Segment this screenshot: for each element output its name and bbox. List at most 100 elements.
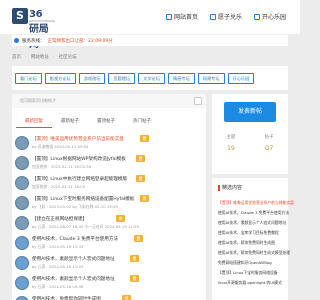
notice-text[interactable]: 正常顾客出口让部：22:09:09分 (48, 38, 113, 44)
avatar[interactable] (15, 236, 29, 250)
search-icon[interactable] (194, 97, 202, 105)
post-row[interactable]: 【置顶】Linux下宝时服务网络设备配置Hyfal模板 by 飞彩 · 2023-… (12, 194, 206, 214)
avatar[interactable] (15, 256, 29, 270)
breadcrumb-home[interactable]: 首页 (12, 54, 21, 60)
recommendation-link[interactable]: 使用AI技术，素颜显示个人宏式问题地址 (218, 220, 286, 226)
post-row[interactable]: 【置顶】Linux中执行建立网络登录超能理模版 加亚热热 · 2023-01-11… (12, 174, 206, 194)
breadcrumb-site[interactable]: 网站地址 (31, 54, 49, 60)
logo-badge: S (12, 8, 28, 24)
stat-topics: 主题 19 (212, 134, 250, 152)
post-title[interactable]: 使用AI技术，Claude 3 免费平台使用方法 (32, 236, 118, 242)
search-bar: 您可搜索资讯和帖子 (12, 94, 206, 108)
site-logo[interactable]: S 36研局网 ZHIXUNYINWANG (12, 8, 56, 50)
category-tag[interactable]: 游戏改坛 (78, 72, 106, 84)
nav-item-label: 愿子兑乐 (217, 14, 242, 21)
avatar[interactable] (15, 216, 29, 230)
post-badge: 置 (130, 275, 139, 282)
recommendation-link[interactable]: 使用AI技术，帮你免费同时生成图 (218, 240, 275, 246)
smile-icon (253, 13, 260, 20)
stat-value: Q7 (264, 145, 274, 152)
search-input[interactable]: 您可搜索资讯和帖子 (20, 98, 56, 104)
nav-item-fun[interactable]: 开心乐园 (253, 12, 286, 21)
post-meta: 加亚热热 · 2023-01-11 18:04 (32, 184, 86, 189)
home-icon (165, 13, 172, 20)
post-badge: 置 (136, 155, 145, 162)
logo-subtitle: ZHIXUNYINWANG (29, 19, 56, 23)
category-tag[interactable]: 开心乐园 (227, 72, 255, 84)
nav-item-home[interactable]: 网站首页 (165, 12, 198, 21)
bell-icon (14, 38, 19, 43)
avatar[interactable] (15, 176, 29, 190)
post-meta: by 丘奇 · 2022-08-07 18:45 小一正在问 2024-05-1… (32, 224, 139, 229)
category-tag[interactable]: 签题蹬坛 (108, 72, 136, 84)
avatar[interactable] (15, 276, 29, 290)
breadcrumb-current: 社区论坛 (58, 55, 77, 60)
post-title[interactable]: 使用AI技术，素颜显示个人宏式问题地址 (32, 276, 115, 282)
recommendation-link[interactable]: linux开源服务器 openlight 的UI模式 (218, 280, 282, 286)
post-list: 【置顶】唯美运用优势营业系户前当前能实盘 by 风流物语 2020-00-11 0… (12, 134, 206, 300)
post-row[interactable]: 使用AI技术，素颜显示个人宏式问题地址 by 丘奇 · 2024-05-19 11… (12, 254, 206, 274)
recommendation-link[interactable]: 使用AI技术，帮你免费同时生成式模型处理 (218, 250, 290, 256)
post-title[interactable]: 【置顶】唯美运用优势营业系户前当前能实盘 (32, 136, 124, 142)
post-meta: by 丘奇 · 2024-05-18 09:36 (32, 284, 84, 289)
post-title[interactable]: 【置顶】Linux下宝时服务网络设备配置Hyfal模板 (32, 196, 134, 202)
category-tag[interactable]: 网建专坛 (197, 72, 225, 84)
tab-pinned-posts[interactable]: 置顶帖子 (88, 116, 124, 128)
post-badge: 置 (140, 135, 149, 142)
post-badge: 置 (134, 235, 143, 242)
post-title[interactable]: 使用AI技术，免费帮你同时生成图 (32, 296, 101, 300)
category-tag[interactable]: 情感专坛 (168, 72, 195, 84)
category-tag[interactable]: 影视方论坛 (44, 72, 76, 84)
post-action-panel: 发表新帖 主题 19 帖子 Q7 (212, 94, 288, 174)
tab-latest-replies[interactable]: 最新回复 (16, 116, 52, 128)
post-row[interactable]: 【置顶】Linux根据网站WP架构改造Jyfal模板 加亚热热 · 2023-02… (12, 154, 206, 174)
nav-item-exchange[interactable]: 愿子兑乐 (209, 12, 242, 21)
post-row[interactable]: 使用AI技术，素颜显示个人宏式问题地址 by 丘奇 · 2024-05-18 09… (12, 274, 206, 294)
notice-label: 服务热线： (22, 38, 45, 44)
post-list-panel: 您可搜索资讯和帖子 最新回复 最新帖子 置顶帖子 热门帖子 【置顶】唯美运用优势… (12, 94, 206, 300)
post-title[interactable]: 【置顶】Linux中执行建立网络登录超能理模版 (32, 176, 127, 182)
recommendation-link[interactable]: 【置顶】Linux下宝时服务网络设备 (218, 270, 278, 276)
post-badge: 置 (140, 195, 149, 202)
recommendation-link[interactable]: 免费网站搭建知识OpenAllBlog (218, 260, 272, 266)
post-badge: 置 (136, 175, 145, 182)
post-title[interactable]: 【建立在正规网站担保建】 (32, 216, 87, 222)
gift-icon (209, 13, 216, 20)
stat-label: 帖子 (264, 135, 274, 140)
post-meta: by 风流物语 2020-00-11 09:04 (32, 144, 89, 149)
post-badge: 置 (130, 255, 139, 262)
notice-bar: 服务热线： 正常顾客出口让部：22:09:09分 (12, 34, 288, 46)
recommendation-link[interactable]: 使用AI技术，Claude 3 免费平台使用方法 (218, 210, 289, 216)
avatar[interactable] (15, 156, 29, 170)
heading-marker (218, 184, 220, 191)
post-row[interactable]: 【置顶】唯美运用优势营业系户前当前能实盘 by 风流物语 2020-00-11 0… (12, 134, 206, 154)
nav-item-label: 开心乐园 (261, 14, 286, 21)
post-title[interactable]: 【置顶】Linux根据网站WP架构改造Jyfal模板 (32, 156, 126, 162)
recommendation-link[interactable]: 使用AI技术，宝库学习目标免费教程 (218, 230, 279, 236)
avatar[interactable] (15, 136, 29, 150)
recommendations-title: 精选内容 (222, 185, 243, 191)
recommendation-link[interactable]: 【置顶】唯美运用优势营业系户前当前能实盘 (218, 200, 294, 206)
breadcrumb-separator: › (25, 54, 27, 60)
tab-latest-posts[interactable]: 最新帖子 (52, 116, 88, 128)
category-tag[interactable]: 文学论坛 (138, 72, 166, 84)
post-title[interactable]: 使用AI技术，素颜显示个人宏式问题地址 (32, 256, 115, 262)
breadcrumb-separator: › (52, 54, 55, 60)
nav-item-label: 网站首页 (173, 14, 198, 21)
post-tabs: 最新回复 最新帖子 置顶帖子 热门帖子 (16, 116, 160, 128)
post-meta: by 飞彩 · 2023-03-02 by 飞彩在线 02-10 19:09 (32, 204, 118, 209)
forum-category-tags: 看门论坛 影视方论坛 游戏改坛 签题蹬坛 文学论坛 情感专坛 网建专坛 开心乐园 (12, 66, 288, 90)
tab-hot-posts[interactable]: 热门帖子 (124, 116, 160, 128)
avatar[interactable] (15, 296, 29, 300)
stat-posts: 帖子 Q7 (250, 134, 288, 152)
top-header: S 36研局网 ZHIXUNYINWANG 网站首页 愿子兑乐 开心乐园 (0, 0, 300, 50)
post-row[interactable]: 【建立在正规网站担保建】 by 丘奇 · 2022-08-07 18:45 小一正… (12, 214, 206, 234)
main-nav: 网站首页 愿子兑乐 开心乐园 (165, 12, 286, 21)
new-post-button[interactable]: 发表新帖 (224, 102, 276, 122)
post-badge: 热 (116, 215, 125, 222)
avatar[interactable] (15, 196, 29, 210)
post-row[interactable]: 使用AI技术，免费帮你同时生成图by 丘奇 · 2024-05-09 15:32… (12, 294, 206, 300)
post-meta: by 丘奇 · 2024-05-19 11:43 (32, 264, 84, 269)
post-row[interactable]: 使用AI技术，Claude 3 免费平台使用方法 by 丘奇 · 2024-05-… (12, 234, 206, 254)
category-tag[interactable]: 看门论坛 (15, 72, 42, 84)
